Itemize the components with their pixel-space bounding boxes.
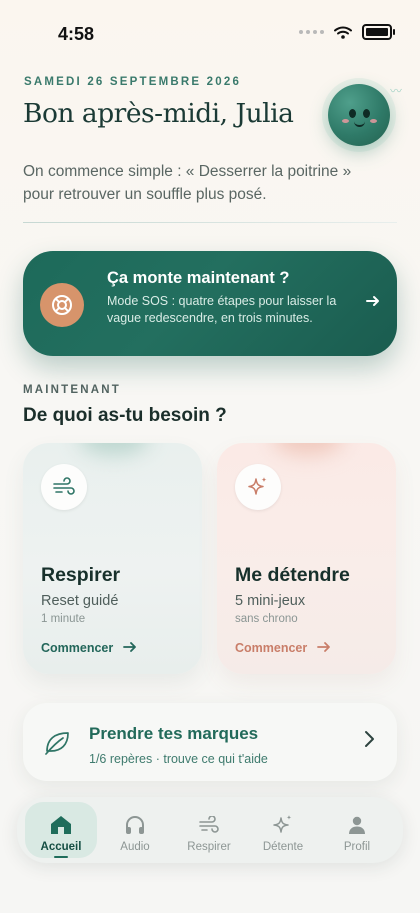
lifebuoy-icon bbox=[40, 283, 84, 327]
tab-label: Accueil bbox=[40, 841, 82, 853]
onboarding-marks-card[interactable]: Prendre tes marques 1/6 repères · trouve… bbox=[23, 703, 397, 781]
chevron-right-icon bbox=[363, 730, 375, 754]
active-tab-indicator bbox=[54, 856, 68, 858]
status-bar: 4:58 bbox=[0, 0, 420, 56]
tab-respirer[interactable]: Respirer bbox=[173, 802, 245, 858]
tab-accueil[interactable]: Accueil bbox=[25, 802, 97, 858]
wind-icon bbox=[197, 813, 221, 837]
date-label: SAMEDI 26 SEPTEMBRE 2026 bbox=[24, 76, 242, 88]
divider bbox=[23, 222, 397, 223]
arrow-right-icon bbox=[122, 642, 136, 652]
mascot-avatar-icon[interactable]: 〰 bbox=[328, 84, 402, 146]
card-title: Me détendre bbox=[235, 564, 350, 586]
card-meta: sans chrono bbox=[235, 613, 298, 625]
section-eyebrow: MAINTENANT bbox=[23, 384, 122, 396]
arrow-right-icon bbox=[316, 642, 330, 652]
cta-label: Commencer bbox=[41, 641, 114, 655]
intro-text: On commence simple : « Desserrer la poit… bbox=[23, 163, 352, 203]
sos-title: Ça monte maintenant ? bbox=[107, 269, 290, 287]
start-relax-button[interactable]: Commencer bbox=[235, 641, 331, 655]
signal-icon bbox=[299, 30, 324, 34]
status-time: 4:58 bbox=[58, 24, 95, 44]
section-title: De quoi as-tu besoin ? bbox=[23, 405, 227, 426]
tab-profil[interactable]: Profil bbox=[321, 802, 393, 858]
marks-title: Prendre tes marques bbox=[89, 724, 259, 743]
tab-detente[interactable]: Détente bbox=[247, 802, 319, 858]
sos-subtitle: Mode SOS : quatre étapes pour laisser la… bbox=[107, 294, 337, 325]
headphones-icon bbox=[123, 813, 147, 837]
arrow-right-icon bbox=[365, 293, 381, 314]
sparkle-icon bbox=[271, 813, 295, 837]
wind-icon bbox=[41, 464, 87, 510]
sos-card[interactable]: Ça monte maintenant ? Mode SOS : quatre … bbox=[23, 251, 397, 356]
card-meta: 1 minute bbox=[41, 613, 86, 625]
card-subtitle: 5 mini-jeux bbox=[235, 593, 306, 609]
tab-audio[interactable]: Audio bbox=[99, 802, 171, 858]
sparkle-icon bbox=[235, 464, 281, 510]
relax-card[interactable]: Me détendre 5 mini-jeux sans chrono Comm… bbox=[217, 443, 396, 674]
cta-label: Commencer bbox=[235, 641, 308, 655]
greeting-title: Bon après-midi, Julia bbox=[23, 98, 294, 129]
tab-bar: Accueil Audio Respirer Détente Profil bbox=[17, 797, 403, 863]
start-breathe-button[interactable]: Commencer bbox=[41, 641, 137, 655]
breathe-card[interactable]: Respirer Reset guidé 1 minute Commencer bbox=[23, 443, 202, 674]
tab-label: Détente bbox=[262, 841, 304, 853]
status-icons bbox=[299, 24, 395, 40]
tab-label: Audio bbox=[120, 841, 150, 853]
person-icon bbox=[345, 813, 369, 837]
wifi-icon bbox=[334, 26, 352, 39]
marks-subtitle: 1/6 repères · trouve ce qui t'aide bbox=[89, 752, 268, 766]
battery-icon bbox=[362, 24, 395, 40]
home-icon bbox=[49, 813, 73, 837]
tab-label: Profil bbox=[343, 841, 371, 853]
tab-label: Respirer bbox=[187, 841, 231, 853]
leaf-icon bbox=[43, 729, 71, 760]
card-title: Respirer bbox=[41, 564, 121, 586]
card-subtitle: Reset guidé bbox=[41, 593, 119, 609]
